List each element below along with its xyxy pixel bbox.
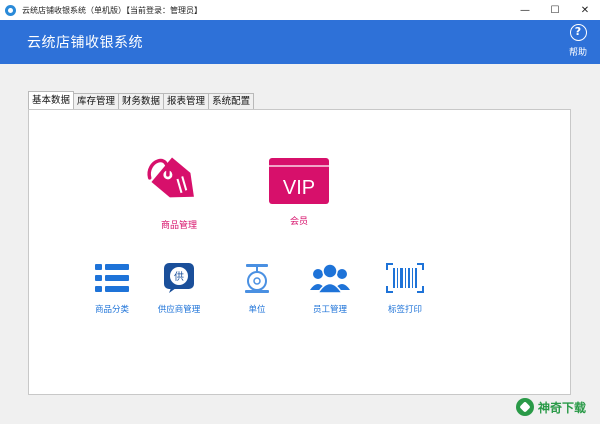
tab-finance[interactable]: 财务数据 <box>118 93 165 109</box>
supplier-management-button[interactable]: 供 供应商管理 <box>149 262 209 315</box>
help-button[interactable]: ? 帮助 <box>566 24 590 58</box>
unit-label: 单位 <box>248 305 266 315</box>
watermark-logo-icon <box>515 398 534 416</box>
staff-management-button[interactable]: 员工管理 <box>300 262 360 315</box>
label-print-label: 标签打印 <box>387 305 422 315</box>
close-button[interactable]: ✕ <box>570 0 600 20</box>
tab-bar: 基本数据 库存管理 财务数据 报表管理 系统配置 <box>28 91 255 109</box>
tab-system-config[interactable]: 系统配置 <box>208 93 255 109</box>
tab-reports[interactable]: 报表管理 <box>163 93 210 109</box>
window-controls: — ☐ ✕ <box>510 0 600 20</box>
maximize-button[interactable]: ☐ <box>540 0 570 20</box>
watermark: 神奇下载 <box>515 398 586 416</box>
vip-card-icon: VIP <box>269 158 329 204</box>
tab-content-panel: 商品管理 VIP 会员 商品分类 供 供应商管理 单位 员工管理 标签打印 <box>28 109 571 395</box>
window-titlebar: 云统店铺收银系统（单机版）【当前登录：管理员】 — ☐ ✕ <box>0 0 600 20</box>
product-category-button[interactable]: 商品分类 <box>82 262 142 315</box>
category-list-icon <box>95 264 129 292</box>
price-tag-icon <box>147 157 194 198</box>
help-icon[interactable]: ? <box>569 24 587 41</box>
product-management-label: 商品管理 <box>160 221 197 231</box>
supplier-icon-text: 供 <box>174 270 184 283</box>
watermark-text: 神奇下载 <box>537 400 586 415</box>
app-logo-icon <box>5 4 16 16</box>
product-management-button[interactable]: 商品管理 <box>139 150 219 231</box>
help-label: 帮助 <box>568 48 587 58</box>
tab-basic-data[interactable]: 基本数据 <box>28 91 75 109</box>
supplier-chat-icon: 供 <box>164 263 194 293</box>
scale-icon <box>245 264 269 293</box>
member-label: 会员 <box>289 217 308 227</box>
app-title: 云统店铺收银系统 <box>27 35 143 51</box>
staff-management-label: 员工管理 <box>312 305 347 315</box>
window-title: 云统店铺收银系统（单机版）【当前登录：管理员】 <box>22 5 202 15</box>
member-button[interactable]: VIP 会员 <box>259 156 339 227</box>
supplier-management-label: 供应商管理 <box>157 305 201 315</box>
label-print-button[interactable]: 标签打印 <box>375 262 435 315</box>
tab-inventory[interactable]: 库存管理 <box>73 93 120 109</box>
minimize-button[interactable]: — <box>510 0 540 20</box>
barcode-icon <box>386 263 424 293</box>
vip-text: VIP <box>283 177 315 199</box>
staff-group-icon <box>310 263 350 294</box>
app-header: 云统店铺收银系统 ? 帮助 <box>0 20 600 64</box>
unit-button[interactable]: 单位 <box>227 262 287 315</box>
product-category-label: 商品分类 <box>94 305 129 315</box>
